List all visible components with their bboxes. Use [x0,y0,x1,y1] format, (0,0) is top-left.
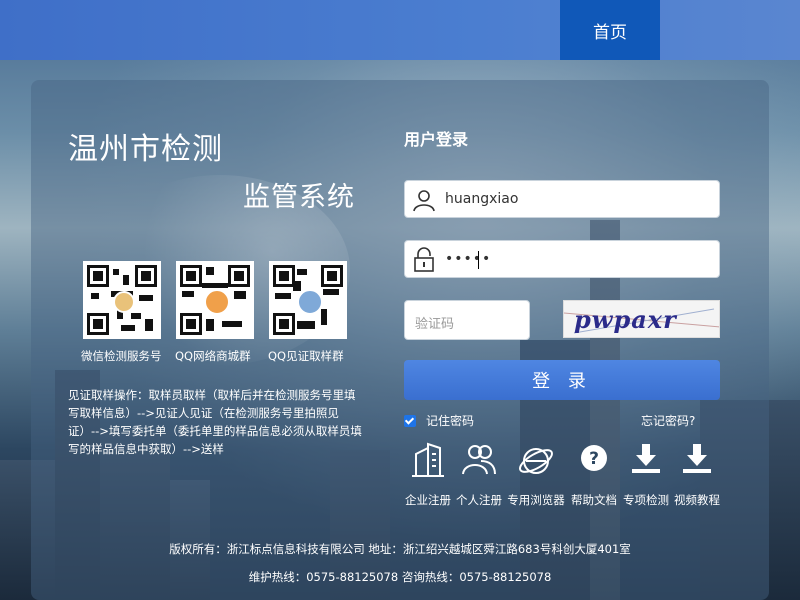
nav-home-link[interactable]: 首页 [560,0,660,60]
remember-checkbox[interactable] [404,414,416,427]
download-icon [632,444,660,473]
tool-video-tutorial[interactable]: 视频教程 [662,440,732,510]
download-icon [683,444,711,473]
system-title-line2: 监管系统 [243,182,355,213]
system-title-line1: 温州市检测 [68,132,223,167]
password-field[interactable]: ••••• [404,240,720,278]
svg-text:?: ? [589,449,599,469]
top-navbar: 首页 [0,0,800,60]
footer-hotline: 维护热线：0575-88125078 咨询热线：0575-88125078 [248,570,552,584]
qr-label-wechat: 微信检测服务号 [81,349,162,363]
lock-icon [411,247,437,273]
browser-icon [519,448,553,474]
captcha-image[interactable]: pwpaxr [563,300,720,338]
captcha-placeholder: 验证码 [415,317,455,332]
text-cursor [478,251,479,269]
help-icon: ? [581,445,607,471]
qr-label-qq-sampling: QQ见证取样群 [268,349,344,363]
users-icon [462,445,496,475]
captcha-text: pwpaxr [574,305,677,334]
sampling-guide-text: 见证取样操作：取样员取样（取样后并在检测服务号里填写取样信息）-->见证人见证（… [68,388,362,456]
forgot-password-link[interactable]: 忘记密码? [641,412,695,429]
username-field[interactable]: huangxiao [404,180,720,218]
tool-label: 视频教程 [674,493,720,507]
building-icon [412,442,444,477]
qr-label-qq-mall: QQ网络商城群 [175,349,251,363]
footer-copyright: 版权所有：浙江标点信息科技有限公司 地址：浙江绍兴越城区舜江路683号科创大厦4… [169,542,631,556]
login-title: 用户登录 [404,130,469,149]
captcha-input[interactable]: 验证码 [404,300,530,340]
qr-code-qq-mall [176,261,254,339]
qr-code-wechat [83,261,161,339]
remember-label: 记住密码 [426,414,475,428]
user-icon [411,187,437,213]
login-button[interactable]: 登 录 [404,360,720,400]
qr-code-qq-sampling [269,261,347,339]
remember-password[interactable]: 记住密码 [404,412,474,429]
username-value: huangxiao [445,191,519,207]
password-value: ••••• [445,251,492,267]
